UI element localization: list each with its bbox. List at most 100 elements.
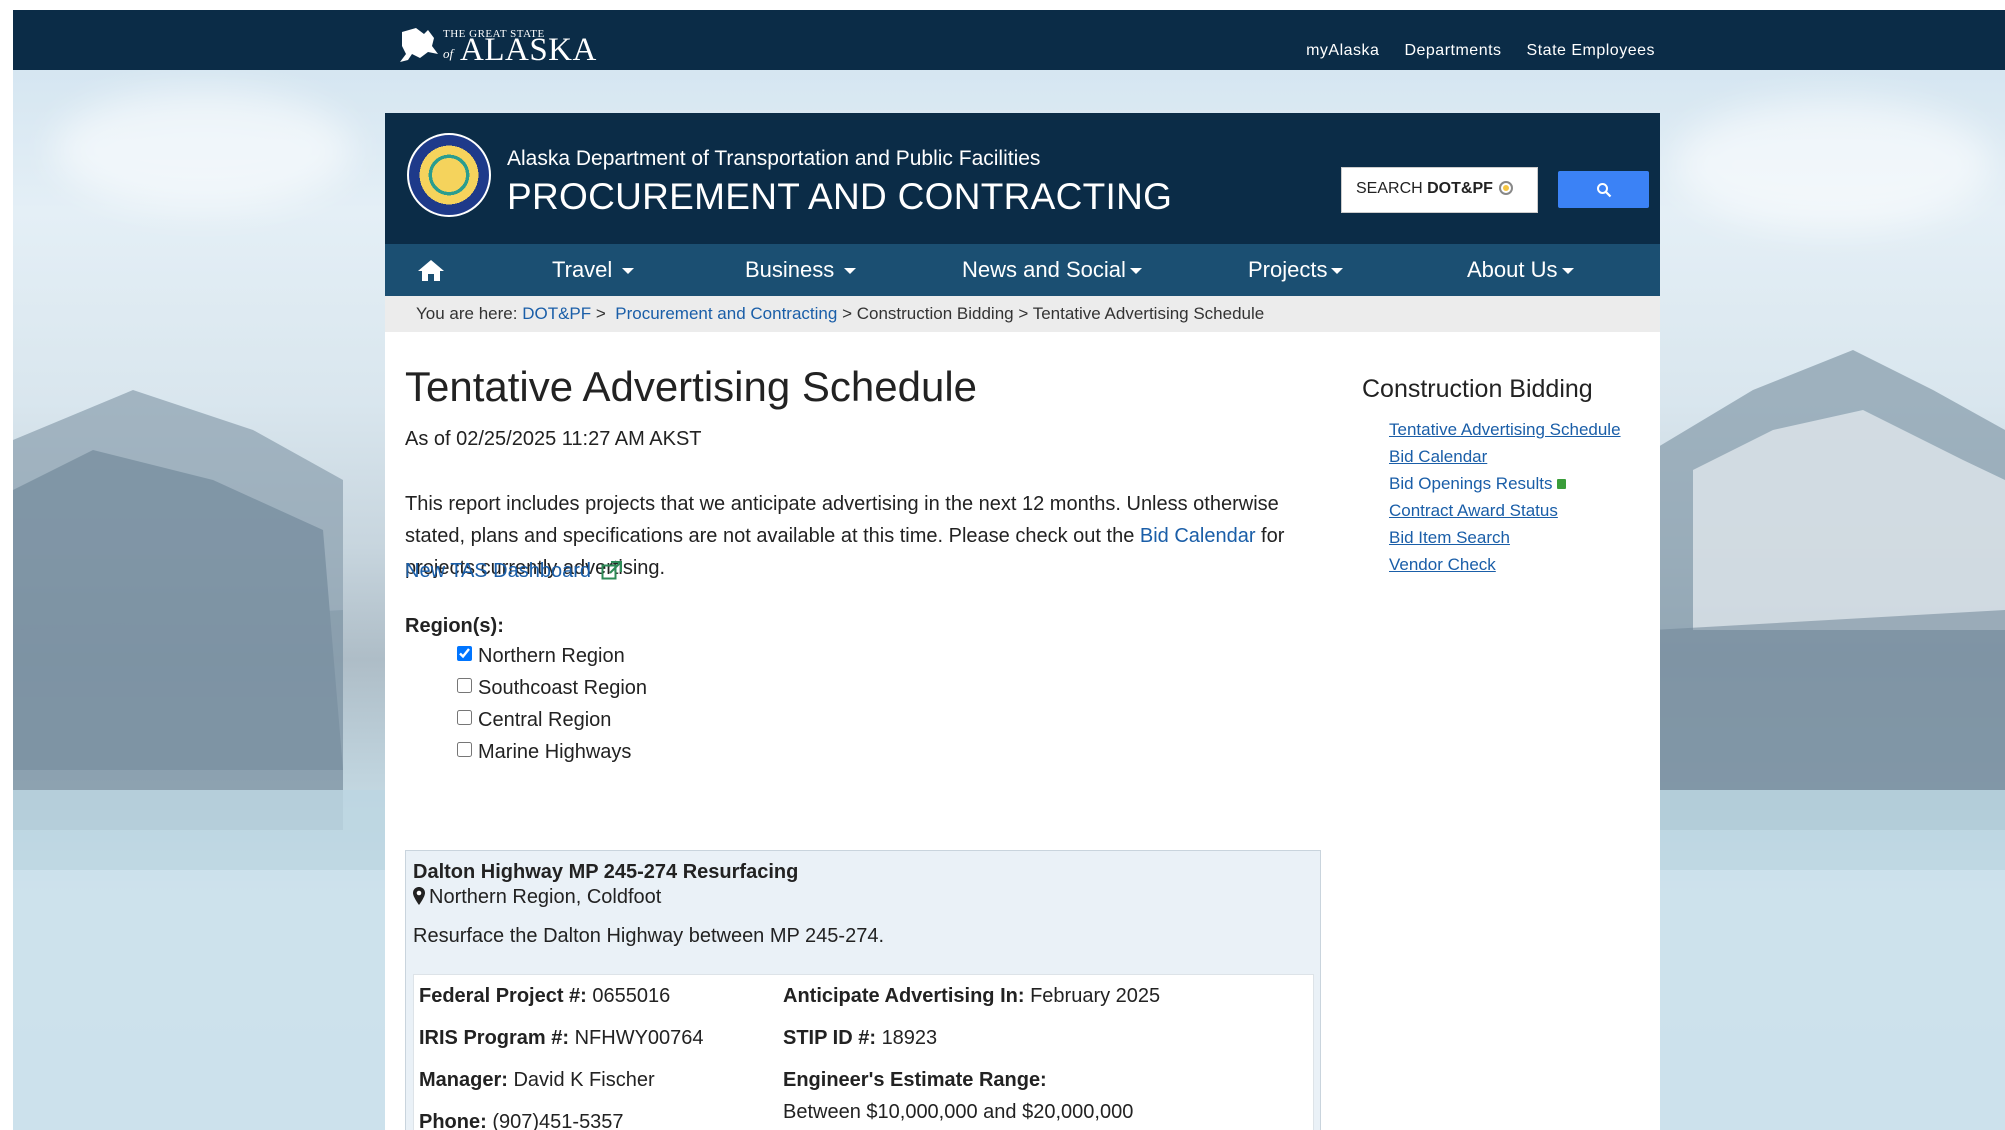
external-link-icon[interactable] bbox=[1557, 479, 1567, 489]
field-label: Phone: bbox=[419, 1111, 487, 1130]
breadcrumb-separator: > bbox=[595, 304, 606, 323]
nav-travel[interactable]: Travel bbox=[552, 244, 635, 296]
department-name: Alaska Department of Transportation and … bbox=[507, 147, 1041, 170]
caret-down-icon bbox=[844, 268, 857, 275]
content-container: Alaska Department of Transportation and … bbox=[385, 113, 1660, 1130]
sidebar-link-vendor-check[interactable]: Vendor Check bbox=[1389, 555, 1496, 575]
federal-project-field: Federal Project #: 0655016 bbox=[419, 985, 670, 1008]
search-button[interactable] bbox=[1558, 171, 1649, 208]
field-label: STIP ID #: bbox=[783, 1027, 876, 1049]
state-of-alaska-logo[interactable]: THE GREAT STATE of ALASKA bbox=[398, 16, 596, 68]
departments-link[interactable]: Departments bbox=[1404, 42, 1501, 60]
region-northern[interactable]: Northern Region bbox=[457, 645, 625, 668]
section-title[interactable]: PROCUREMENT AND CONTRACTING bbox=[507, 176, 1172, 218]
sidebar-heading: Construction Bidding bbox=[1362, 375, 1593, 403]
field-label: Manager: bbox=[419, 1069, 508, 1091]
breadcrumb-dotpf[interactable]: DOT&PF bbox=[522, 304, 591, 323]
iris-program-field: IRIS Program #: NFHWY00764 bbox=[419, 1027, 704, 1050]
region-southcoast[interactable]: Southcoast Region bbox=[457, 677, 647, 700]
southcoast-region-checkbox[interactable] bbox=[457, 678, 472, 693]
tas-dashboard-row: New TAS Dashboard bbox=[405, 560, 623, 583]
alaska-map-icon bbox=[400, 28, 438, 62]
caret-down-icon bbox=[1331, 268, 1344, 275]
nav-news-label: News and Social bbox=[962, 257, 1126, 282]
page-frame: THE GREAT STATE of ALASKA myAlaska Depar… bbox=[13, 10, 2005, 1130]
search-icon bbox=[1596, 183, 1611, 198]
central-region-checkbox[interactable] bbox=[457, 710, 472, 725]
field-value: 0655016 bbox=[592, 985, 671, 1007]
caret-down-icon bbox=[1561, 268, 1574, 275]
map-marker-icon bbox=[413, 887, 425, 905]
breadcrumb-procurement[interactable]: Procurement and Contracting bbox=[615, 304, 837, 323]
breadcrumb-current: Tentative Advertising Schedule bbox=[1032, 304, 1265, 323]
field-value: February 2025 bbox=[1030, 985, 1161, 1007]
logo-of-text: of bbox=[443, 46, 454, 61]
google-logo-icon bbox=[1499, 181, 1514, 195]
field-label: Engineer's Estimate Range: bbox=[783, 1069, 1047, 1091]
page-title: Tentative Advertising Schedule bbox=[405, 363, 978, 410]
state-top-bar: THE GREAT STATE of ALASKA myAlaska Depar… bbox=[13, 10, 2005, 70]
project-description: Resurface the Dalton Highway between MP … bbox=[413, 925, 885, 947]
project-details: Federal Project #: 0655016 IRIS Program … bbox=[413, 974, 1314, 1130]
region-label: Marine Highways bbox=[478, 741, 632, 763]
breadcrumb: You are here: DOT&PF > Procurement and C… bbox=[385, 296, 1660, 332]
marine-highways-checkbox[interactable] bbox=[457, 742, 472, 757]
as-of-timestamp: As of 02/25/2025 11:27 AM AKST bbox=[405, 428, 702, 450]
project-title: Dalton Highway MP 245-274 Resurfacing bbox=[413, 861, 799, 883]
project-card: Dalton Highway MP 245-274 Resurfacing No… bbox=[405, 850, 1321, 1130]
search-input[interactable]: SEARCH DOT&PF bbox=[1341, 167, 1538, 213]
nav-travel-label: Travel bbox=[552, 257, 613, 282]
sidebar-link-bid-calendar[interactable]: Bid Calendar bbox=[1389, 447, 1487, 467]
breadcrumb-separator: > bbox=[1018, 304, 1029, 323]
main-nav: Travel Business News and Social Projects… bbox=[385, 244, 1660, 296]
sidebar-link-bid-item-search[interactable]: Bid Item Search bbox=[1389, 528, 1510, 548]
field-value: (907)451-5357 bbox=[492, 1111, 624, 1130]
estimate-value: Between $10,000,000 and $20,000,000 bbox=[783, 1101, 1134, 1123]
regions-label: Region(s): bbox=[405, 615, 504, 637]
site-header: Alaska Department of Transportation and … bbox=[385, 113, 1660, 244]
sidebar-link-tentative-advertising[interactable]: Tentative Advertising Schedule bbox=[1389, 420, 1621, 440]
project-location: Northern Region, Coldfoot bbox=[413, 886, 661, 909]
stip-id-field: STIP ID #: 18923 bbox=[783, 1027, 937, 1050]
caret-down-icon bbox=[1129, 268, 1142, 275]
new-tas-dashboard-link[interactable]: New TAS Dashboard bbox=[405, 560, 591, 582]
region-label: Southcoast Region bbox=[478, 677, 648, 699]
field-label: Anticipate Advertising In: bbox=[783, 985, 1025, 1007]
sidebar-link-contract-award-status[interactable]: Contract Award Status bbox=[1389, 501, 1558, 521]
nav-news-social[interactable]: News and Social bbox=[962, 244, 1142, 296]
nav-projects-label: Projects bbox=[1248, 257, 1328, 282]
breadcrumb-construction-bidding: Construction Bidding bbox=[856, 304, 1014, 323]
phone-field: Phone: (907)451-5357 bbox=[419, 1111, 624, 1130]
nav-projects[interactable]: Projects bbox=[1248, 244, 1344, 296]
home-icon[interactable] bbox=[417, 258, 445, 282]
nav-about-label: About Us bbox=[1467, 257, 1558, 282]
dotpf-seal-logo[interactable] bbox=[407, 133, 491, 217]
bid-calendar-link[interactable]: Bid Calendar bbox=[1140, 525, 1256, 547]
nav-business-label: Business bbox=[745, 257, 835, 282]
nav-about-us[interactable]: About Us bbox=[1467, 244, 1574, 296]
estimate-label: Engineer's Estimate Range: bbox=[783, 1069, 1047, 1092]
field-label: Federal Project #: bbox=[419, 985, 587, 1007]
sidebar-link-bid-openings[interactable]: Bid Openings Results bbox=[1389, 474, 1552, 493]
northern-region-checkbox[interactable] bbox=[457, 646, 472, 661]
sidebar-item-bid-openings: Bid Openings Results bbox=[1389, 474, 1567, 494]
advertising-date-field: Anticipate Advertising In: February 2025 bbox=[783, 985, 1160, 1008]
breadcrumb-separator: > bbox=[842, 304, 852, 323]
external-link-icon[interactable] bbox=[601, 560, 623, 580]
region-label: Northern Region bbox=[478, 645, 625, 667]
search-placeholder-prefix: SEARCH bbox=[1356, 180, 1428, 197]
manager-field: Manager: David K Fischer bbox=[419, 1069, 655, 1092]
field-value: David K Fischer bbox=[513, 1069, 655, 1091]
field-label: IRIS Program #: bbox=[419, 1027, 570, 1049]
nav-business[interactable]: Business bbox=[745, 244, 857, 296]
region-marine-highways[interactable]: Marine Highways bbox=[457, 741, 631, 764]
state-employees-link[interactable]: State Employees bbox=[1527, 42, 1655, 60]
logo-big-text: ALASKA bbox=[460, 32, 597, 68]
field-value: NFHWY00764 bbox=[574, 1027, 704, 1049]
project-location-text: Northern Region, Coldfoot bbox=[429, 886, 662, 908]
region-central[interactable]: Central Region bbox=[457, 709, 611, 732]
myalaska-link[interactable]: myAlaska bbox=[1306, 42, 1379, 60]
breadcrumb-prefix: You are here: bbox=[416, 304, 518, 323]
search-placeholder-bold: DOT&PF bbox=[1427, 180, 1493, 197]
region-label: Central Region bbox=[478, 709, 612, 731]
